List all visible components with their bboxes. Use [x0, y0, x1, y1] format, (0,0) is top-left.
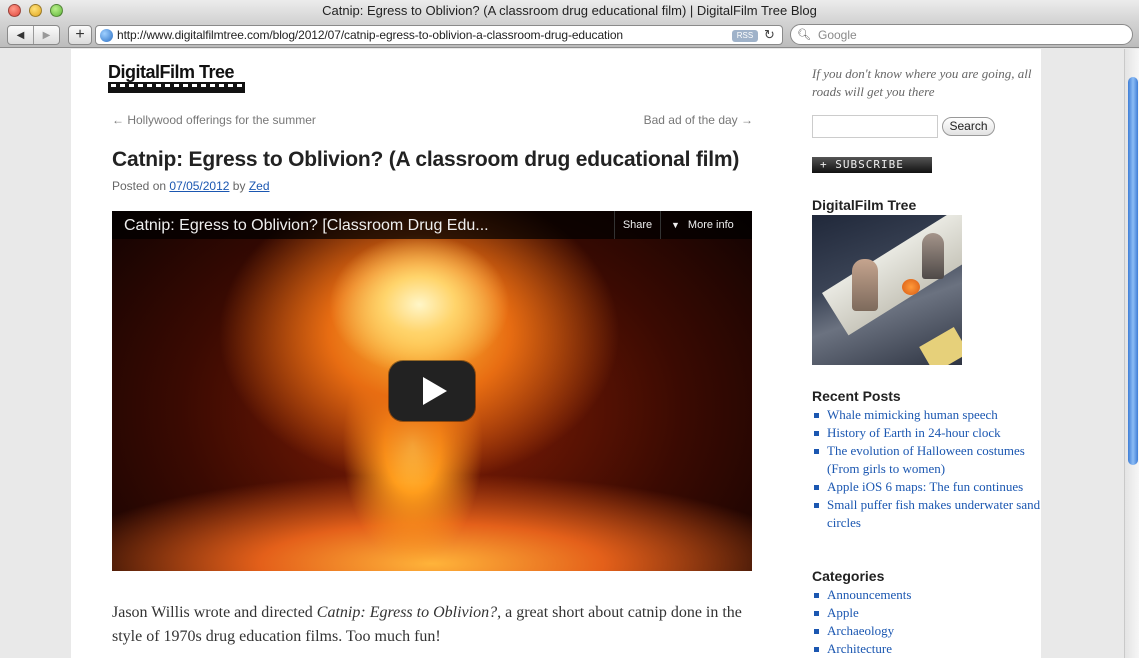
- previous-post-link[interactable]: ← Hollywood offerings for the summer: [112, 113, 316, 127]
- subscribe-button[interactable]: + SUBSCRIBE: [812, 157, 932, 173]
- search-icon: 🔍︎: [797, 29, 811, 41]
- history-buttons: ◀ ▶: [7, 25, 60, 45]
- globe-icon: [100, 29, 113, 42]
- recent-post-link[interactable]: History of Earth in 24-hour clock: [812, 424, 1041, 442]
- category-link[interactable]: Announcements: [812, 586, 1041, 604]
- sidebar-photo[interactable]: [812, 215, 962, 365]
- back-arrow-icon[interactable]: ◀: [8, 26, 33, 44]
- next-post-link[interactable]: Bad ad of the day →: [644, 113, 753, 127]
- video-title-bar: Catnip: Egress to Oblivion? [Classroom D…: [112, 211, 752, 239]
- recent-posts-list: Whale mimicking human speech History of …: [812, 406, 1041, 532]
- photo-widget-title: DigitalFilm Tree: [812, 197, 917, 213]
- logo-text: DigitalFilm Tree: [108, 62, 235, 82]
- post-body: Jason Willis wrote and directed Catnip: …: [112, 601, 752, 649]
- category-link[interactable]: Architecture: [812, 640, 1041, 658]
- rss-button[interactable]: RSS: [732, 30, 758, 42]
- recent-posts-title: Recent Posts: [812, 388, 901, 404]
- zoom-window-icon[interactable]: [50, 4, 63, 17]
- video-more-info-button[interactable]: ▼ More info: [660, 211, 752, 239]
- categories-title: Categories: [812, 568, 885, 584]
- more-info-label: More info: [687, 219, 734, 231]
- address-text[interactable]: http://www.digitalfilmtree.com/blog/2012…: [117, 28, 727, 42]
- web-search-field[interactable]: 🔍︎ Google: [790, 24, 1133, 45]
- posted-on-label: Posted on: [112, 179, 167, 193]
- browser-toolbar: ◀ ▶ + http://www.digitalfilmtree.com/blo…: [0, 22, 1139, 48]
- post-body-film-title: Catnip: Egress to Oblivion?: [316, 604, 498, 621]
- window-titlebar: Catnip: Egress to Oblivion? (A classroom…: [0, 0, 1139, 22]
- window-title: Catnip: Egress to Oblivion? (A classroom…: [322, 3, 817, 18]
- page-content: DigitalFilm Tree ← Hollywood offerings f…: [71, 49, 1041, 658]
- site-search-input[interactable]: [812, 115, 938, 138]
- video-player[interactable]: Catnip: Egress to Oblivion? [Classroom D…: [112, 211, 752, 571]
- post-date-link[interactable]: 07/05/2012: [169, 179, 229, 193]
- post-meta: Posted on 07/05/2012 by Zed: [112, 179, 270, 193]
- page-viewport: DigitalFilm Tree ← Hollywood offerings f…: [0, 49, 1124, 658]
- category-link[interactable]: Apple: [812, 604, 1041, 622]
- recent-post-link[interactable]: Whale mimicking human speech: [812, 406, 1041, 424]
- site-logo[interactable]: DigitalFilm Tree: [108, 63, 245, 93]
- recent-post-link[interactable]: Small puffer fish makes underwater sand …: [812, 496, 1041, 532]
- video-title[interactable]: Catnip: Egress to Oblivion? [Classroom D…: [124, 217, 489, 235]
- video-share-button[interactable]: Share: [614, 211, 660, 239]
- recent-post-link[interactable]: The evolution of Halloween costumes (Fro…: [812, 442, 1041, 478]
- logo-filmstrip: [108, 82, 245, 93]
- add-bookmark-button[interactable]: +: [68, 25, 92, 45]
- scrollbar-thumb[interactable]: [1128, 77, 1138, 465]
- play-button-icon[interactable]: [389, 361, 475, 421]
- by-label: by: [232, 179, 246, 193]
- close-window-icon[interactable]: [8, 4, 21, 17]
- recent-post-link[interactable]: Apple iOS 6 maps: The fun continues: [812, 478, 1041, 496]
- web-search-placeholder: Google: [818, 28, 857, 42]
- reload-icon[interactable]: ↻: [764, 27, 775, 43]
- site-search-button[interactable]: Search: [942, 117, 995, 136]
- category-link[interactable]: Archaeology: [812, 622, 1041, 640]
- post-body-text-1: Jason Willis wrote and directed: [112, 604, 317, 621]
- site-motto: If you don't know where you are going, a…: [812, 66, 1032, 99]
- categories-list: Announcements Apple Archaeology Architec…: [812, 586, 1041, 658]
- address-bar[interactable]: http://www.digitalfilmtree.com/blog/2012…: [95, 25, 783, 45]
- minimize-window-icon[interactable]: [29, 4, 42, 17]
- forward-arrow-icon[interactable]: ▶: [33, 26, 59, 44]
- post-title: Catnip: Egress to Oblivion? (A classroom…: [112, 148, 740, 171]
- chevron-down-icon: ▼: [671, 220, 680, 230]
- author-link[interactable]: Zed: [249, 179, 270, 193]
- vertical-scrollbar[interactable]: [1124, 49, 1139, 658]
